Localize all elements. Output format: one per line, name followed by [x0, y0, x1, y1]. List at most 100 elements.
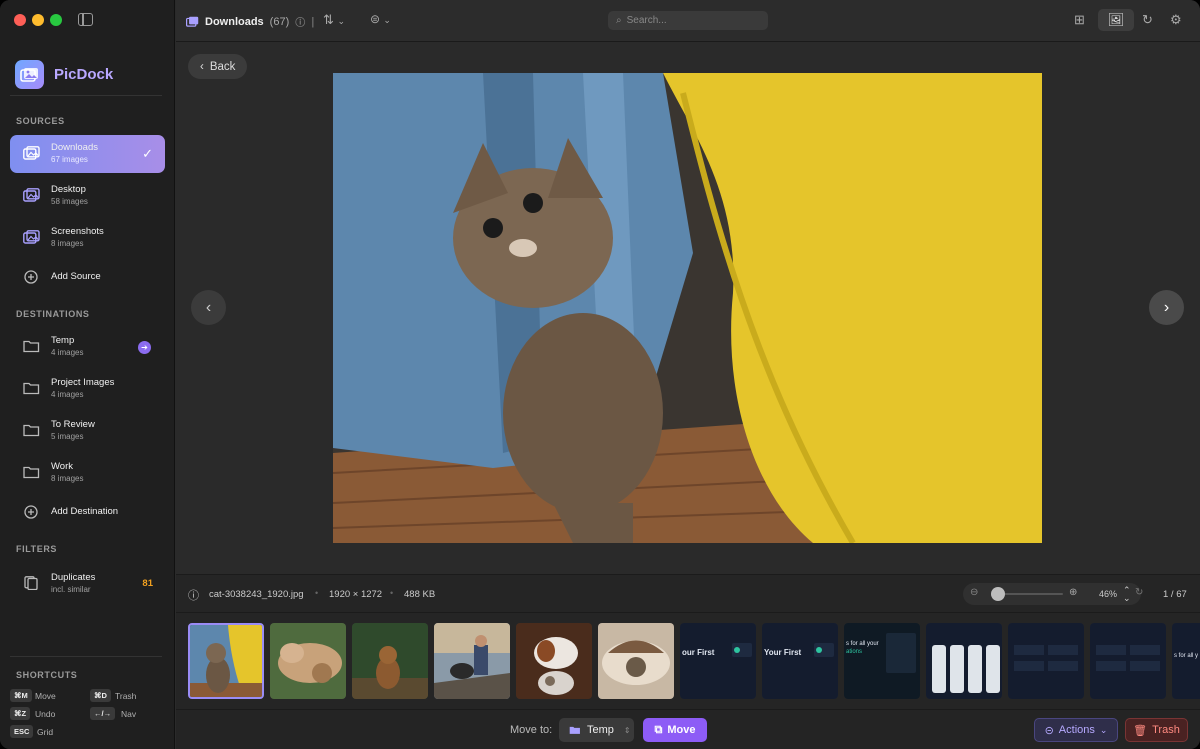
sidebar-item-sub: incl. similar	[51, 585, 91, 594]
plus-circle-icon	[24, 270, 38, 284]
svg-text:s for all y: s for all y	[1174, 653, 1198, 659]
sidebar-item-downloads[interactable]: Downloads 67 images ✓	[10, 135, 165, 173]
thumbnail[interactable]: s for all y	[1172, 623, 1200, 699]
thumbnail[interactable]	[516, 623, 592, 699]
thumbnail[interactable]	[926, 623, 1002, 699]
info-icon[interactable]: ⓘ	[295, 14, 305, 29]
brand: PicDock	[15, 60, 113, 89]
folder-icon	[23, 466, 40, 479]
sidebar-item-label: Desktop	[51, 184, 86, 195]
app-name: PicDock	[54, 66, 114, 83]
thumbnail[interactable]: our First	[680, 623, 756, 699]
thumbnail[interactable]: Your First	[762, 623, 838, 699]
trash-button[interactable]: 🗑︎ Trash	[1125, 718, 1188, 742]
duplicates-count-badge: 81	[142, 578, 153, 589]
sidebar-item-label: To Review	[51, 419, 95, 430]
zoom-stepper-icon[interactable]: ⌃ ⌄	[1123, 586, 1131, 603]
zoom-out-icon[interactable]: ⊖	[970, 587, 978, 598]
thumbnail[interactable]: s for all your ations	[844, 623, 920, 699]
chevron-down-icon: ⌄	[1099, 724, 1108, 735]
refresh-icon[interactable]: ↻	[1142, 12, 1153, 28]
separator-dot: •	[315, 588, 319, 598]
zoom-slider-handle[interactable]	[990, 587, 1005, 601]
shortcut-label: Undo	[35, 709, 56, 719]
sort-icon[interactable]: ⇅ ⌄	[323, 12, 345, 28]
destination-select[interactable]: Temp ⇕	[559, 718, 634, 742]
next-image-button[interactable]: ›	[1149, 290, 1184, 325]
shortcut-key: ⌘Z	[10, 707, 31, 720]
thumbnail[interactable]	[598, 623, 674, 699]
toolbar: Downloads (67) ⓘ | ⇅ ⌄ ⊜ ⌄ ⌕ ⊞ 🖼︎ ↻ ⚙︎	[176, 0, 1200, 42]
duplicate-icon	[24, 576, 38, 590]
shortcuts-heading: SHORTCUTS	[16, 670, 78, 680]
search-input[interactable]	[626, 15, 747, 26]
single-view-icon[interactable]: 🖼︎	[1098, 9, 1134, 31]
ellipsis-circle-icon: ⊝	[1044, 724, 1054, 737]
folder-icon	[569, 726, 580, 734]
image-dimensions: 1920 × 1272	[329, 589, 383, 600]
thumbnail[interactable]	[434, 623, 510, 699]
actions-label: Actions	[1058, 724, 1095, 736]
sidebar-item-to-review[interactable]: To Review 5 images	[10, 412, 165, 450]
shortcut-label: Trash	[115, 691, 137, 701]
minimize-window-button[interactable]	[32, 14, 44, 26]
previous-image-button[interactable]: ‹	[191, 290, 226, 325]
images-icon	[186, 16, 199, 27]
shortcut-label: Move	[35, 691, 56, 701]
svg-text:Your First: Your First	[764, 648, 802, 657]
thumbnail[interactable]	[1090, 623, 1166, 699]
plus-circle-icon	[24, 505, 38, 519]
filters-heading: FILTERS	[16, 544, 58, 554]
move-label: Move	[667, 724, 696, 736]
actions-menu-button[interactable]: ⊝ Actions ⌄	[1034, 718, 1118, 742]
sidebar-item-work[interactable]: Work 8 images	[10, 454, 165, 492]
search-field[interactable]: ⌕	[608, 11, 768, 30]
info-icon[interactable]: ⓘ	[188, 587, 199, 603]
action-bar: Move to: Temp ⇕ ⧉ Move ⊝ Actions ⌄ 🗑︎ Tr…	[176, 709, 1200, 749]
sidebar-item-temp[interactable]: Temp 4 images ➔	[10, 328, 165, 366]
trash-label: Trash	[1152, 724, 1180, 736]
file-size: 488 KB	[404, 589, 436, 600]
add-source-button[interactable]: Add Source	[10, 259, 165, 297]
thumbnail[interactable]	[188, 623, 264, 699]
settings-gear-icon[interactable]: ⚙︎	[1170, 12, 1182, 28]
sidebar-item-desktop[interactable]: Desktop 58 images	[10, 177, 165, 215]
folder-icon	[23, 340, 40, 353]
sidebar-item-count: 67 images	[51, 155, 88, 164]
sidebar-item-duplicates[interactable]: Duplicates incl. similar 81	[10, 565, 165, 603]
shortcut-key: ⌘M	[10, 689, 32, 702]
zoom-level: 46%	[1099, 589, 1118, 599]
sidebar-item-screenshots[interactable]: Screenshots 8 images	[10, 219, 165, 257]
chevron-updown-icon: ⇕	[623, 725, 631, 735]
filter-icon[interactable]: ⊜ ⌄	[370, 12, 391, 26]
close-window-button[interactable]	[14, 14, 26, 26]
thumbnail[interactable]	[270, 623, 346, 699]
sidebar-toggle-icon[interactable]	[78, 13, 93, 26]
destination-value: Temp	[587, 724, 614, 736]
arrow-right-icon: ➔	[138, 341, 151, 354]
sidebar-item-label: Downloads	[51, 142, 98, 153]
separator-dot: •	[390, 588, 394, 598]
shortcut-key: ⌘D	[90, 689, 111, 702]
reset-zoom-icon[interactable]: ↻	[1135, 587, 1143, 598]
sidebar-item-count: 4 images	[51, 348, 84, 357]
folder-icon	[23, 424, 40, 437]
filmstrip: our First Your First s for all your ation…	[176, 613, 1200, 709]
thumbnail[interactable]	[1008, 623, 1084, 699]
grid-view-icon[interactable]: ⊞	[1074, 12, 1085, 28]
images-icon	[23, 188, 40, 202]
image-viewer: ‹ Back ‹ ›	[176, 42, 1200, 574]
svg-text:ations: ations	[846, 649, 862, 655]
move-icon: ⧉	[654, 723, 663, 736]
sidebar-item-label: Duplicates	[51, 572, 96, 583]
add-destination-button[interactable]: Add Destination	[10, 494, 165, 532]
back-button[interactable]: ‹ Back	[188, 54, 248, 79]
app-window: PicDock SOURCES Downloads 67 images ✓ Des…	[0, 0, 1200, 749]
move-button[interactable]: ⧉ Move	[643, 718, 707, 742]
images-icon	[23, 230, 40, 244]
sidebar-item-project-images[interactable]: Project Images 4 images	[10, 370, 165, 408]
divider	[10, 656, 162, 657]
zoom-in-icon[interactable]: ⊕	[1069, 587, 1077, 598]
thumbnail[interactable]	[352, 623, 428, 699]
zoom-window-button[interactable]	[50, 14, 62, 26]
